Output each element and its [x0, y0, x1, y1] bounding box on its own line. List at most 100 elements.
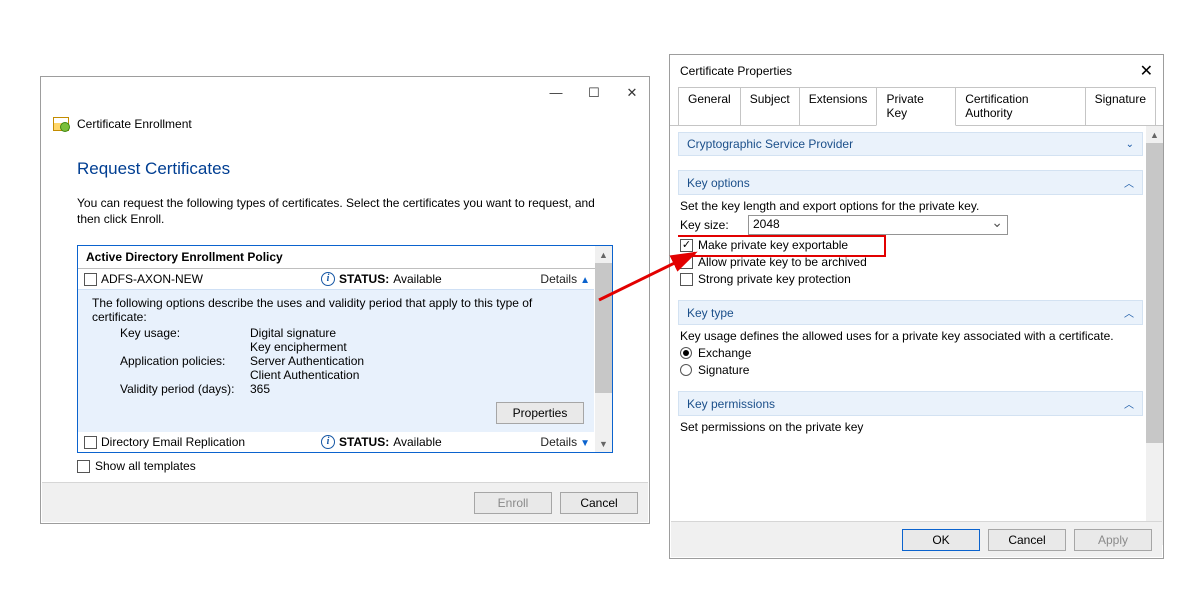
- tab-subject[interactable]: Subject: [740, 87, 800, 126]
- strong-protection-checkbox[interactable]: Strong private key protection: [680, 272, 1141, 286]
- minimize-icon[interactable]: —: [547, 85, 565, 101]
- cert-enrollment-icon: [53, 117, 69, 131]
- make-exportable-checkbox[interactable]: Make private key exportable: [680, 238, 1141, 252]
- validity-label: Validity period (days):: [120, 382, 250, 396]
- ok-button[interactable]: OK: [902, 529, 980, 551]
- validity-value: 365: [250, 382, 372, 396]
- template-details-panel: The following options describe the uses …: [78, 289, 594, 432]
- tab-general[interactable]: General: [678, 87, 741, 126]
- section-header-key-permissions[interactable]: Key permissions ︿: [678, 391, 1143, 416]
- status-value: Available: [393, 435, 441, 449]
- key-usage-label: Key usage:: [120, 326, 250, 340]
- scroll-thumb[interactable]: [595, 263, 612, 393]
- dialog-title: Certificate Properties: [680, 64, 792, 78]
- keytype-signature-label: Signature: [698, 363, 749, 377]
- info-icon: i: [321, 272, 335, 286]
- enroll-button[interactable]: Enroll: [474, 492, 552, 514]
- app-policies-value-1: Server Authentication: [250, 354, 372, 368]
- close-icon[interactable]: ✕: [623, 85, 641, 101]
- template-name: ADFS-AXON-NEW: [101, 272, 321, 286]
- chevron-up-icon: ︿: [1124, 175, 1134, 190]
- list-item[interactable]: Directory Email Replication i STATUS: Av…: [78, 432, 612, 452]
- chevron-up-icon: ︿: [1124, 305, 1134, 320]
- maximize-icon[interactable]: ☐: [585, 85, 603, 101]
- status-label: STATUS:: [339, 435, 389, 449]
- cancel-button[interactable]: Cancel: [560, 492, 638, 514]
- keytype-exchange-radio[interactable]: Exchange: [680, 346, 1141, 360]
- scroll-up-icon[interactable]: ▲: [595, 246, 612, 263]
- page-title: Request Certificates: [77, 159, 613, 179]
- section-header-key-options[interactable]: Key options ︿: [678, 170, 1143, 195]
- radio[interactable]: [680, 347, 692, 359]
- show-all-label: Show all templates: [95, 459, 196, 473]
- key-usage-value-2: Key encipherment: [250, 340, 372, 354]
- checkbox[interactable]: [680, 256, 693, 269]
- tab-panel-private-key: Cryptographic Service Provider ⌄ Key opt…: [670, 125, 1163, 545]
- list-item[interactable]: ADFS-AXON-NEW i STATUS: Available Detail…: [78, 269, 612, 289]
- checkbox[interactable]: [680, 239, 693, 252]
- dialog-footer: Enroll Cancel: [42, 482, 648, 522]
- key-size-label: Key size:: [680, 218, 738, 232]
- dialog-footer: OK Cancel Apply: [671, 521, 1162, 557]
- key-usage-value-1: Digital signature: [250, 326, 372, 340]
- apply-button[interactable]: Apply: [1074, 529, 1152, 551]
- status-value: Available: [393, 272, 441, 286]
- scroll-thumb[interactable]: [1146, 143, 1163, 443]
- radio[interactable]: [680, 364, 692, 376]
- details-toggle[interactable]: Details▼: [540, 435, 590, 449]
- section-title: Key permissions: [687, 397, 775, 411]
- checkbox[interactable]: [84, 273, 97, 286]
- strong-protection-label: Strong private key protection: [698, 272, 851, 286]
- checkbox[interactable]: [680, 273, 693, 286]
- scroll-down-icon[interactable]: ▼: [595, 435, 612, 452]
- scroll-up-icon[interactable]: ▲: [1146, 126, 1163, 143]
- section-title: Key options: [687, 176, 750, 190]
- dialog-header: Certificate Enrollment: [77, 117, 192, 131]
- chevron-down-icon: ⌄: [1126, 139, 1134, 150]
- group-header: Active Directory Enrollment Policy: [78, 246, 612, 269]
- close-icon[interactable]: ✕: [1140, 61, 1153, 81]
- show-all-templates[interactable]: Show all templates: [77, 459, 613, 473]
- window-controls: — ☐ ✕: [547, 85, 641, 101]
- key-permissions-desc: Set permissions on the private key: [680, 420, 1141, 434]
- key-type-desc: Key usage defines the allowed uses for a…: [680, 329, 1141, 343]
- tab-bar: General Subject Extensions Private Key C…: [670, 87, 1163, 126]
- make-exportable-label: Make private key exportable: [698, 238, 848, 252]
- cert-template-list: Active Directory Enrollment Policy ADFS-…: [77, 245, 613, 453]
- properties-button[interactable]: Properties: [496, 402, 584, 424]
- chevron-up-icon: ︿: [1124, 396, 1134, 411]
- checkbox[interactable]: [77, 460, 90, 473]
- allow-archived-checkbox[interactable]: Allow private key to be archived: [680, 255, 1141, 269]
- page-description: You can request the following types of c…: [77, 195, 613, 227]
- section-csp: Cryptographic Service Provider ⌄: [678, 132, 1143, 156]
- section-header-csp[interactable]: Cryptographic Service Provider ⌄: [678, 132, 1143, 156]
- key-size-value: 2048: [753, 217, 780, 231]
- section-key-permissions: Key permissions ︿ Set permissions on the…: [678, 391, 1143, 434]
- tab-extensions[interactable]: Extensions: [799, 87, 878, 126]
- scrollbar[interactable]: ▲ ▼: [595, 246, 612, 452]
- tab-signature[interactable]: Signature: [1085, 87, 1156, 126]
- tab-certification-authority[interactable]: Certification Authority: [955, 87, 1085, 126]
- key-options-desc: Set the key length and export options fo…: [680, 199, 1141, 213]
- app-policies-value-2: Client Authentication: [250, 368, 372, 382]
- tab-private-key[interactable]: Private Key: [876, 87, 956, 126]
- details-intro: The following options describe the uses …: [92, 296, 590, 324]
- section-header-key-type[interactable]: Key type ︿: [678, 300, 1143, 325]
- allow-archived-label: Allow private key to be archived: [698, 255, 867, 269]
- checkbox[interactable]: [84, 436, 97, 449]
- details-toggle[interactable]: Details▲: [540, 272, 590, 286]
- section-key-options: Key options ︿ Set the key length and exp…: [678, 170, 1143, 286]
- status-label: STATUS:: [339, 272, 389, 286]
- cert-enrollment-dialog: — ☐ ✕ Certificate Enrollment Request Cer…: [40, 76, 650, 524]
- template-name: Directory Email Replication: [101, 435, 321, 449]
- section-key-type: Key type ︿ Key usage defines the allowed…: [678, 300, 1143, 377]
- keytype-signature-radio[interactable]: Signature: [680, 363, 1141, 377]
- section-title: Key type: [687, 306, 734, 320]
- cert-properties-dialog: Certificate Properties ✕ General Subject…: [669, 54, 1164, 559]
- cancel-button[interactable]: Cancel: [988, 529, 1066, 551]
- keytype-exchange-label: Exchange: [698, 346, 751, 360]
- info-icon: i: [321, 435, 335, 449]
- key-size-select[interactable]: 2048: [748, 215, 1008, 235]
- scrollbar[interactable]: ▲ ▼: [1146, 126, 1163, 545]
- app-policies-label: Application policies:: [120, 354, 250, 368]
